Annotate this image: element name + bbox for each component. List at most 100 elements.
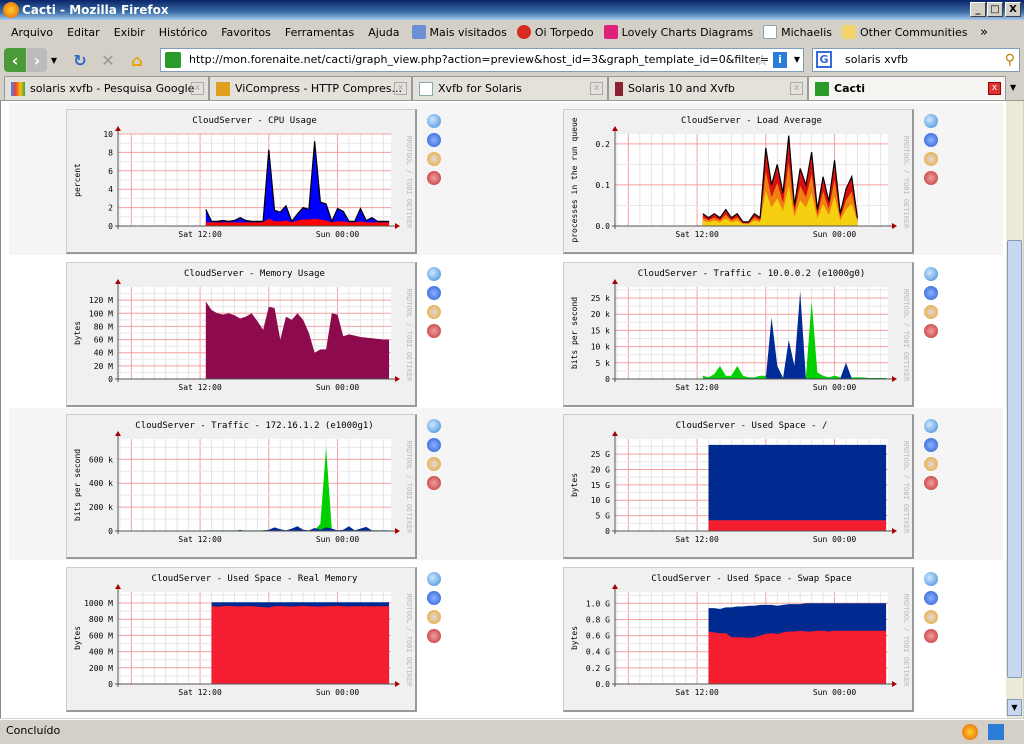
edit-properties-icon[interactable] bbox=[427, 457, 441, 471]
move-up-icon[interactable] bbox=[427, 171, 441, 185]
zoom-icon[interactable] bbox=[427, 114, 441, 128]
download-icon[interactable] bbox=[427, 133, 441, 147]
stop-icon[interactable]: ✕ bbox=[98, 48, 118, 72]
menu-favoritos[interactable]: Favoritos bbox=[214, 26, 278, 39]
zoom-icon[interactable] bbox=[924, 419, 938, 433]
graph-cloudserver-cpu-usage[interactable]: 0 2 4 6 8 10 Sat 12:00 Sun 00:00 CloudServer - C… bbox=[66, 109, 417, 254]
back-button[interactable]: ‹ bbox=[4, 48, 26, 72]
menu-exibir[interactable]: Exibir bbox=[107, 26, 152, 39]
download-icon[interactable] bbox=[924, 591, 938, 605]
tab-close-button[interactable]: x bbox=[988, 82, 1001, 95]
edit-properties-icon[interactable] bbox=[427, 610, 441, 624]
edit-properties-icon[interactable] bbox=[427, 152, 441, 166]
graph-title: CloudServer - Traffic - 172.16.1.2 (e100… bbox=[135, 421, 373, 431]
x-tick-label: Sat 12:00 bbox=[675, 535, 719, 544]
edit-properties-icon[interactable] bbox=[427, 305, 441, 319]
zoom-icon[interactable] bbox=[924, 114, 938, 128]
tab-close-button[interactable]: x bbox=[394, 82, 407, 95]
graph-cloudserver-traffic-10-0-0-2-e1000g0-[interactable]: 0 5 k 10 k 15 k 20 k 25 k Sat 12:00 Sun 00:00 Cl… bbox=[563, 262, 914, 407]
forward-button[interactable]: › bbox=[27, 48, 47, 72]
series-area-0 bbox=[708, 444, 887, 531]
graph-title: CloudServer - Traffic - 10.0.0.2 (e1000g… bbox=[638, 269, 866, 279]
close-button[interactable]: X bbox=[1005, 2, 1021, 17]
google-engine-icon[interactable]: G bbox=[816, 51, 832, 68]
tab-list-dropdown[interactable]: ▼ bbox=[1010, 76, 1016, 100]
reload-icon[interactable]: ↻ bbox=[70, 48, 90, 72]
vertical-scrollbar[interactable]: ▼ bbox=[1006, 101, 1023, 718]
page-content: 0 2 4 6 8 10 Sat 12:00 Sun 00:00 CloudServer - C… bbox=[0, 101, 1006, 718]
x-axis-arrow bbox=[892, 376, 897, 382]
zoom-icon[interactable] bbox=[427, 572, 441, 586]
x-tick-label: Sat 12:00 bbox=[178, 230, 222, 239]
move-up-icon[interactable] bbox=[427, 324, 441, 338]
download-icon[interactable] bbox=[427, 591, 441, 605]
maximize-button[interactable]: □ bbox=[987, 2, 1003, 17]
move-up-icon[interactable] bbox=[924, 629, 938, 643]
minimize-button[interactable]: _ bbox=[970, 2, 986, 17]
bookmark-michaelis[interactable]: Michaelis bbox=[758, 25, 837, 39]
edit-properties-icon[interactable] bbox=[924, 152, 938, 166]
x-tick-label: Sat 12:00 bbox=[675, 688, 719, 697]
move-up-icon[interactable] bbox=[427, 476, 441, 490]
zoom-icon[interactable] bbox=[924, 267, 938, 281]
bookmark-lovely-charts[interactable]: Lovely Charts Diagrams bbox=[599, 25, 758, 39]
search-input[interactable]: solaris xvfb bbox=[845, 53, 908, 66]
graph-cloudserver-used-space-[interactable]: 0 5 G 10 G 15 G 20 G 25 G Sat 12:00 Sun 00:00 Cl… bbox=[563, 414, 914, 559]
info-icon[interactable]: i bbox=[773, 52, 787, 68]
addon-status-icon[interactable] bbox=[988, 724, 1004, 740]
download-icon[interactable] bbox=[924, 133, 938, 147]
graph-cloudserver-memory-usage[interactable]: 0 20 M 40 M 60 M 80 M 100 M 120 M Sat 12:00 Sun … bbox=[66, 262, 417, 407]
tab-solaris10-xvfb[interactable]: Solaris 10 and Xvfb x bbox=[608, 76, 808, 100]
search-box[interactable]: G solaris xvfb ⚲ bbox=[812, 48, 1020, 72]
search-icon[interactable]: ⚲ bbox=[1005, 49, 1015, 71]
download-icon[interactable] bbox=[924, 438, 938, 452]
url-dropdown-icon[interactable]: ▼ bbox=[794, 49, 800, 71]
bookmark-other-communities[interactable]: Other Communities bbox=[837, 25, 972, 39]
graph-cloudserver-traffic-172-16-1-2-e1000g1-[interactable]: 0 200 k 400 k 600 k Sat 12:00 Sun 00:00 CloudS… bbox=[66, 414, 417, 559]
edit-properties-icon[interactable] bbox=[924, 610, 938, 624]
move-up-icon[interactable] bbox=[924, 476, 938, 490]
bookmarks-more-button[interactable]: » bbox=[980, 25, 988, 40]
tab-close-button[interactable]: x bbox=[191, 82, 204, 95]
move-up-icon[interactable] bbox=[924, 171, 938, 185]
y-tick-label: 120 M bbox=[89, 296, 113, 305]
y-axis-label: bytes bbox=[73, 321, 82, 345]
move-up-icon[interactable] bbox=[924, 324, 938, 338]
menu-arquivo[interactable]: Arquivo bbox=[4, 26, 60, 39]
bookmark-mais-visitados[interactable]: Mais visitados bbox=[407, 25, 512, 39]
zoom-icon[interactable] bbox=[427, 267, 441, 281]
zoom-icon[interactable] bbox=[924, 572, 938, 586]
graph-cloudserver-used-space-swap-space[interactable]: 0.0 0.2 G 0.4 G 0.6 G 0.8 G 1.0 G Sat 12:00 Sun… bbox=[563, 567, 914, 712]
graph-cloudserver-used-space-real-memory[interactable]: 0 200 M 400 M 600 M 800 M 1000 M Sat 12:00 Sun … bbox=[66, 567, 417, 712]
history-dropdown-icon[interactable]: ▼ bbox=[48, 48, 60, 72]
edit-properties-icon[interactable] bbox=[924, 457, 938, 471]
bookmark-star-icon[interactable]: ☆ bbox=[756, 49, 769, 71]
tab-vicompress[interactable]: ViCompress - HTTP Compres... x bbox=[209, 76, 412, 100]
menu-editar[interactable]: Editar bbox=[60, 26, 107, 39]
edit-properties-icon[interactable] bbox=[924, 305, 938, 319]
tab-google[interactable]: solaris xvfb - Pesquisa Google x bbox=[4, 76, 209, 100]
menu-historico[interactable]: Histórico bbox=[152, 26, 214, 39]
y-tick-label: 200 k bbox=[89, 503, 113, 512]
zoom-icon[interactable] bbox=[427, 419, 441, 433]
y-tick-label: 600 M bbox=[89, 631, 113, 640]
tab-cacti[interactable]: Cacti x bbox=[808, 76, 1006, 100]
url-bar[interactable]: http://mon.forenaite.net/cacti/graph_vie… bbox=[160, 48, 804, 72]
tab-close-button[interactable]: x bbox=[790, 82, 803, 95]
scroll-down-button[interactable]: ▼ bbox=[1007, 699, 1022, 716]
move-up-icon[interactable] bbox=[427, 629, 441, 643]
tab-xvfb-solaris[interactable]: Xvfb for Solaris x bbox=[412, 76, 608, 100]
y-tick-label: 25 G bbox=[591, 450, 610, 459]
menu-ferramentas[interactable]: Ferramentas bbox=[278, 26, 361, 39]
download-icon[interactable] bbox=[427, 438, 441, 452]
graph-actions bbox=[924, 419, 940, 495]
rrdtool-watermark: RRDTOOL / TOBI OETIKER bbox=[902, 289, 910, 383]
scrollbar-thumb[interactable] bbox=[1007, 240, 1022, 678]
tab-close-button[interactable]: x bbox=[590, 82, 603, 95]
download-icon[interactable] bbox=[924, 286, 938, 300]
home-icon[interactable]: ⌂ bbox=[127, 48, 147, 72]
bookmark-oi-torpedo[interactable]: Oi Torpedo bbox=[512, 25, 599, 39]
download-icon[interactable] bbox=[427, 286, 441, 300]
menu-ajuda[interactable]: Ajuda bbox=[361, 26, 406, 39]
graph-cloudserver-load-average[interactable]: 0.0 0.1 0.2 Sat 12:00 Sun 00:00 CloudServer -… bbox=[563, 109, 914, 254]
